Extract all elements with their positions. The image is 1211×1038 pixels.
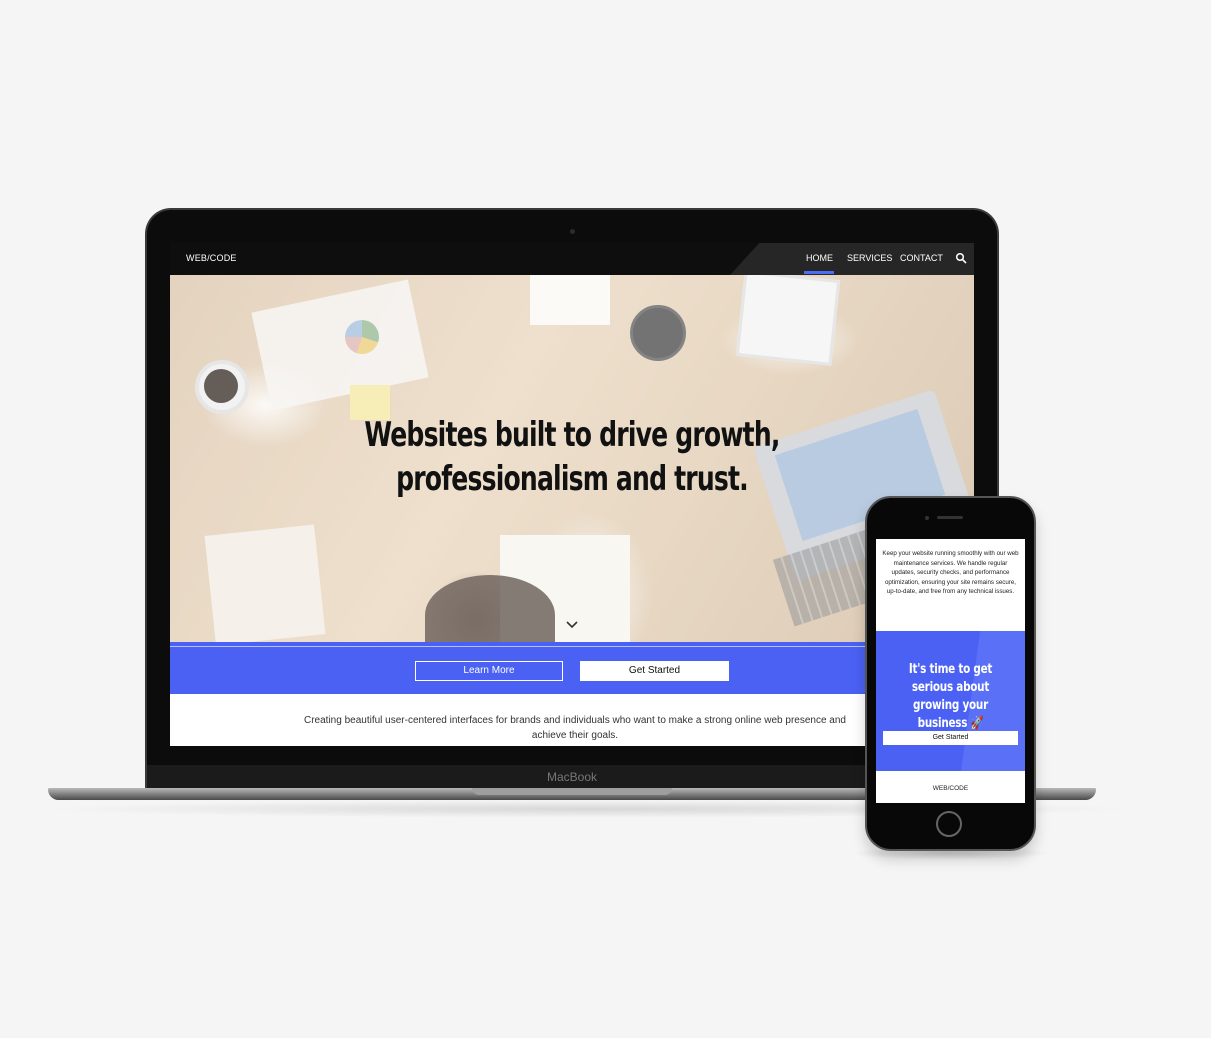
nav-services[interactable]: SERVICES — [847, 253, 892, 263]
tagline-line-1: Creating beautiful user-centered interfa… — [304, 715, 846, 726]
hero-title-line-2: professionalism and trust. — [396, 459, 749, 499]
nav-active-indicator — [804, 271, 834, 274]
chevron-down-icon[interactable] — [566, 621, 578, 629]
cta-bar-divider — [170, 646, 974, 647]
phone-cta-heading: It's time to get serious about growing y… — [908, 662, 993, 731]
phone-get-started-button[interactable]: Get Started — [883, 731, 1018, 745]
phone-camera — [925, 516, 929, 520]
phone-screen: Keep your website running smoothly with … — [876, 539, 1025, 803]
cta-bar — [170, 642, 974, 694]
search-icon[interactable] — [955, 252, 967, 264]
laptop-camera — [570, 229, 575, 234]
hero-section: Websites built to drive growth, professi… — [170, 275, 974, 643]
tagline: Creating beautiful user-centered interfa… — [265, 713, 885, 743]
learn-more-button[interactable]: Learn More — [415, 661, 563, 681]
tagline-line-2: achieve their goals. — [531, 730, 619, 741]
phone-home-button[interactable] — [936, 811, 962, 837]
nav-contact[interactable]: CONTACT — [900, 253, 943, 263]
hero-title-line-1: Websites built to drive growth, — [364, 415, 780, 455]
phone-footer-logo[interactable]: WEB/CODE — [876, 785, 1025, 792]
laptop-notch — [472, 788, 672, 795]
hero-title: Websites built to drive growth, professi… — [341, 413, 803, 501]
phone-speaker — [937, 516, 963, 519]
get-started-button[interactable]: Get Started — [580, 661, 729, 681]
site-navbar: WEB/CODE HOME SERVICES CONTACT — [170, 243, 974, 275]
site-logo[interactable]: WEB/CODE — [186, 253, 237, 263]
nav-home[interactable]: HOME — [806, 253, 833, 263]
laptop-screen: WEB/CODE HOME SERVICES CONTACT Websites … — [170, 243, 974, 746]
maintenance-text: Keep your website running smoothly with … — [882, 550, 1019, 596]
